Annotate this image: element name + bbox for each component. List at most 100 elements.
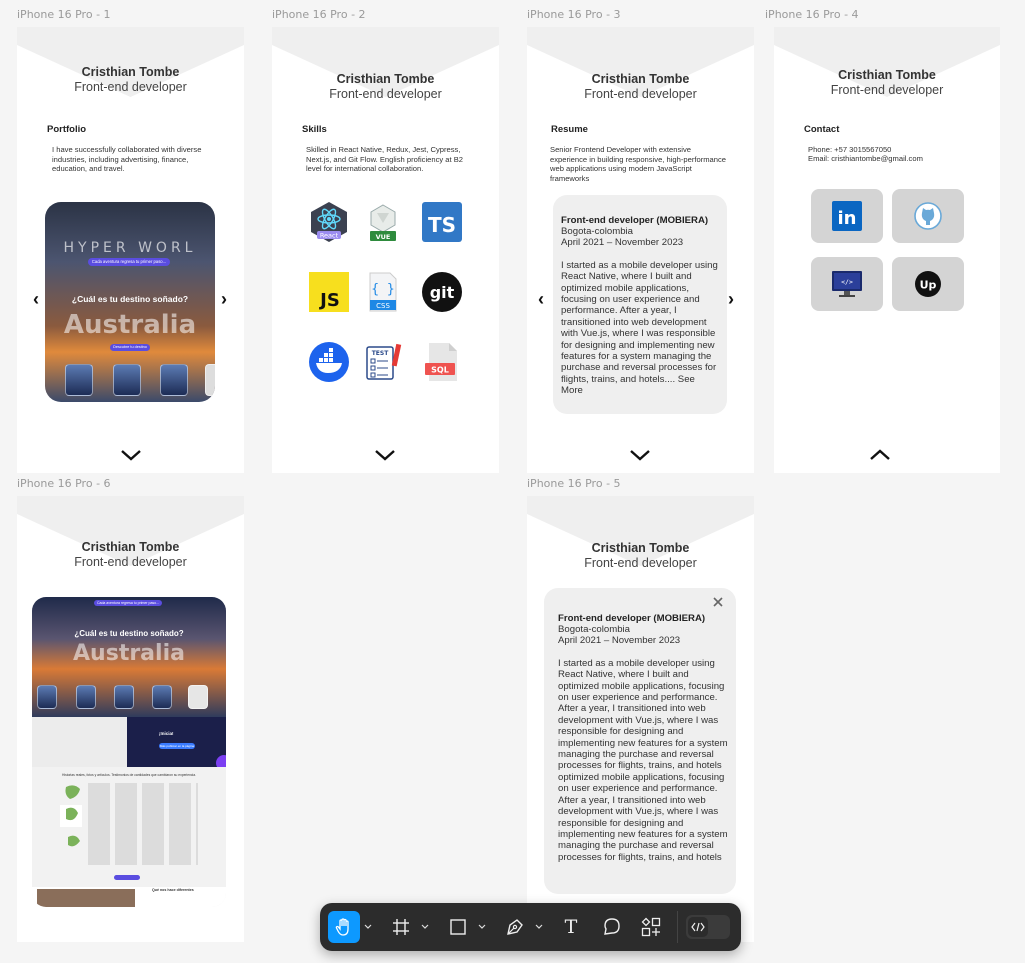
profile-header: Cristhian Tombe Front-end developer [527,541,754,570]
svg-text:{ }: { } [371,282,394,297]
frame-label-1[interactable]: iPhone 16 Pro - 1 [17,8,111,21]
section-text: Skilled in React Native, Redux, Jest, Cy… [306,145,464,174]
github-button[interactable] [892,189,964,243]
section-text: Senior Frontend Developer with extensive… [550,145,727,183]
rectangle-tool-button[interactable] [442,911,474,943]
portfolio-preview[interactable]: HYPER WORL Cada aventura regresa tu prim… [45,202,215,402]
linkedin-icon: in [832,201,862,231]
frame-portfolio-expanded[interactable]: Cristhian Tombe Front-end developer Cada… [17,496,244,942]
profile-name: Cristhian Tombe [838,68,936,82]
frame-resume[interactable]: Cristhian Tombe Front-end developer Resu… [527,27,754,473]
section-title: Skills [302,124,327,135]
next-arrow[interactable]: › [221,290,227,308]
bottom-image [37,889,135,907]
chevron-up-icon[interactable] [867,447,893,463]
react-icon: React [308,201,350,243]
profile-role: Front-end developer [584,87,697,101]
hero-pill: Cada aventura regresa tu primer paso... [94,600,162,606]
profile-role: Front-end developer [74,555,187,569]
linkedin-button[interactable]: in [811,189,883,243]
linkedin-label: in [838,208,857,229]
frame-icon [393,919,409,935]
preview-question: ¿Cuál es tu destino soñado? [71,294,189,304]
job-summary: I started as a mobile developer using Re… [561,260,719,397]
frame-contact[interactable]: Cristhian Tombe Front-end developer Cont… [774,27,1000,473]
chevron-down-icon[interactable] [372,447,398,463]
profile-role: Front-end developer [329,87,442,101]
hand-icon [335,918,349,936]
chevron-down-icon[interactable] [478,922,486,932]
code-icon [691,922,705,932]
hand-tool-button[interactable] [328,911,360,943]
hero-thumb [114,685,134,709]
components-tool-button[interactable] [635,911,667,943]
js-label: JS [318,290,340,311]
preview-pill: Cada aventura regresa tu primer paso... [88,258,170,266]
next-arrow[interactable]: › [728,290,734,308]
profile-header: Cristhian Tombe Front-end developer [774,68,1000,97]
section-text: I have successfully collaborated with di… [52,145,202,174]
section-title: Resume [551,124,588,135]
frame-label-6[interactable]: iPhone 16 Pro - 6 [17,477,111,490]
frame-skills[interactable]: Cristhian Tombe Front-end developer Skil… [272,27,499,473]
prev-arrow[interactable]: ‹ [33,290,39,308]
frame-label-2[interactable]: iPhone 16 Pro - 2 [272,8,366,21]
frame-portfolio[interactable]: Cristhian Tombe Front-end developer Port… [17,27,244,473]
profile-name: Cristhian Tombe [591,541,690,555]
toolbar-divider [677,911,678,943]
preview-brand: HYPER WORL [63,240,197,256]
cta-block: ¡Inicia! Más publicar en la página [127,717,226,771]
profile-name: Cristhian Tombe [591,72,690,86]
chevron-down-icon[interactable] [627,447,653,463]
section-title: Contact [804,124,840,135]
frame-tool-button[interactable] [385,911,417,943]
cta-title: ¡Inicia! [159,731,174,736]
expanded-preview[interactable]: Cada aventura regresa tu primer paso... … [32,597,226,907]
sql-icon: SQL [421,341,463,383]
text-tool-button[interactable]: T [555,911,587,943]
dev-mode-toggle[interactable] [686,915,730,939]
preview-thumb [205,364,215,396]
chevron-down-icon[interactable] [421,922,429,932]
job-period: April 2021 – November 2023 [558,635,681,647]
close-icon[interactable] [712,596,724,608]
profile-role: Front-end developer [584,556,697,570]
map-button [114,875,140,880]
bottom-title: Qué nos hace diferentes [152,888,194,892]
pen-icon [507,919,523,935]
frame-label-4[interactable]: iPhone 16 Pro - 4 [765,8,859,21]
frame-job-detail[interactable]: Cristhian Tombe Front-end developer Fron… [527,496,754,942]
profile-role: Front-end developer [830,83,944,97]
hero-section: Cada aventura regresa tu primer paso... … [32,597,226,717]
preview-destination: Australia [63,310,197,340]
comment-tool-button[interactable] [596,911,628,943]
git-label: git [430,283,455,302]
map-section: Historias reales, fotos y artículos. Tes… [32,767,226,887]
job-card[interactable]: Front-end developer (MOBIERA) Bogota-col… [553,195,727,414]
section-title: Portfolio [47,124,87,135]
hero-question: ¿Cuál es tu destino soñado? [74,629,184,638]
profile-header: Cristhian Tombe Front-end developer [527,72,754,101]
design-toolbar: T [320,903,741,951]
upwork-button[interactable]: Up [892,257,964,311]
preview-thumb [65,364,93,396]
job-location: Bogota-colombia [561,226,633,237]
hero-thumb [37,685,57,709]
prev-arrow[interactable]: ‹ [538,290,544,308]
job-location: Bogota-colombia [558,624,630,635]
upwork-icon: Up [915,271,941,297]
frame-label-5[interactable]: iPhone 16 Pro - 5 [527,477,621,490]
chevron-down-icon[interactable] [118,447,144,463]
svg-text:</>: </> [841,278,853,286]
code-monitor-button[interactable]: </> [811,257,883,311]
vue-label: VUE [376,233,391,241]
profile-name: Cristhian Tombe [336,72,435,86]
job-full-description: I started as a mobile developer using Re… [558,657,728,863]
rectangle-icon [450,919,466,935]
hero-thumb [76,685,96,709]
frame-label-3[interactable]: iPhone 16 Pro - 3 [527,8,621,21]
pen-tool-button[interactable] [499,911,531,943]
chevron-down-icon[interactable] [364,922,372,932]
ts-label: TS [428,213,456,237]
chevron-down-icon[interactable] [535,922,543,932]
